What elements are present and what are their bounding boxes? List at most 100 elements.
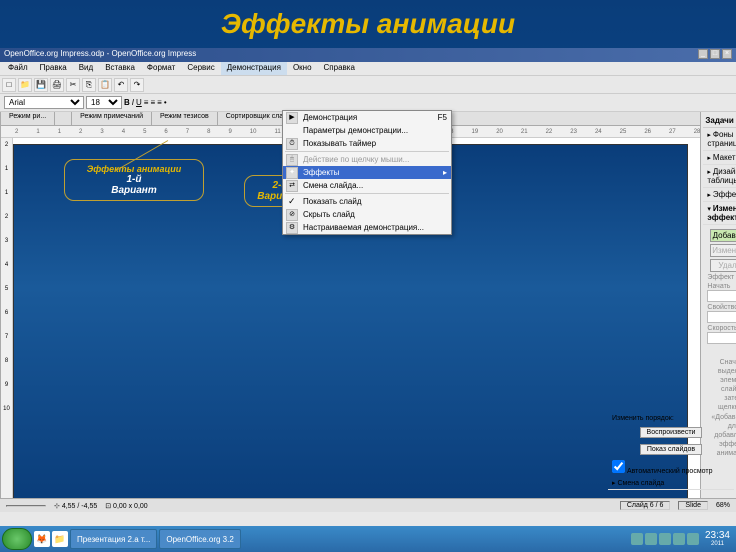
tray-icon-2[interactable] [645,533,657,545]
taskbar-item-2[interactable]: OpenOffice.org 3.2 [159,529,240,549]
menu-icon: ✦ [286,167,298,179]
viewtab[interactable]: Режим ри... [1,112,55,125]
underline-icon[interactable]: U [136,98,142,107]
auto-preview-checkbox[interactable] [612,460,625,473]
menubar[interactable]: ФайлПравкаВидВставкаФорматСервисДемонстр… [0,62,736,76]
titlebar-text: OpenOffice.org Impress.odp - OpenOffice.… [4,49,196,61]
task-section[interactable]: Эффекты [703,188,736,202]
menu-Справка[interactable]: Справка [318,62,361,75]
menu-Вставка[interactable]: Вставка [99,62,141,75]
effect-label: Эффект [707,274,736,281]
menu-item-Параметры демонстрации...[interactable]: Параметры демонстрации... [283,124,451,137]
status-pos: ⊹ 4,55 / -4,55 [54,502,97,510]
menu-Демонстрация[interactable]: Демонстрация [221,62,287,75]
task-section[interactable]: Макеты [703,151,736,165]
toolbar-main: □ 📁 💾 🖨 ✂ ⎘ 📋 ↶ ↷ [0,76,736,94]
quicklaunch-folder-icon[interactable]: 📁 [52,531,68,547]
impress-window: OpenOffice.org Impress.odp - OpenOffice.… [0,48,736,552]
callout-1-header: Эффекты анимации [73,164,195,174]
slideshow-button[interactable]: Показ слайдов [640,444,702,455]
menu-Сервис[interactable]: Сервис [181,62,220,75]
status-size: ⊡ 0,00 x 0,00 [105,502,147,510]
print-icon[interactable]: 🖨 [50,78,64,92]
bold-icon[interactable]: B [124,98,130,107]
menu-icon: ▶ [286,112,298,124]
task-pane: Задачи Вид ▾ Фоны страницМакетыДизайн та… [700,112,736,512]
system-tray[interactable] [631,533,699,545]
menu-Файл[interactable]: Файл [2,62,34,75]
status-layout: Slide [678,501,708,510]
tray-network-icon[interactable] [687,533,699,545]
paste-icon[interactable]: 📋 [98,78,112,92]
presentation-title: Эффекты анимации [0,0,736,44]
menu-icon: 🖱 [286,154,298,166]
undo-icon[interactable]: ↶ [114,78,128,92]
speed-select[interactable] [707,332,736,344]
task-section-effects-open[interactable]: Изменить эффект [703,202,736,225]
tray-skype-icon[interactable] [631,533,643,545]
window-controls: _ □ × [698,49,732,61]
menu-icon: ⚙ [286,222,298,234]
menu-item-Демонстрация[interactable]: ▶ДемонстрацияF5 [283,111,451,124]
viewtab[interactable]: Режим тезисов [152,112,218,125]
property-select[interactable] [707,311,736,323]
new-icon[interactable]: □ [2,78,16,92]
taskpane-title: Задачи [705,116,733,125]
menu-Правка[interactable]: Правка [34,62,73,75]
viewtab[interactable] [55,112,72,125]
auto-preview-label: Автоматический просмотр [627,468,713,475]
minimize-button[interactable]: _ [698,49,708,59]
menu-Вид[interactable]: Вид [73,62,99,75]
italic-icon[interactable]: I [132,98,134,107]
cut-icon[interactable]: ✂ [66,78,80,92]
menu-item-Действие по щелчку мыши...[interactable]: 🖱Действие по щелчку мыши... [283,153,451,166]
start-select[interactable] [707,290,736,302]
menu-item-Настраиваемая демонстрация...[interactable]: ⚙Настраиваемая демонстрация... [283,221,451,234]
tray-icon-3[interactable] [659,533,671,545]
taskbar-item-1[interactable]: Презентация 2.а т... [70,529,157,549]
menu-item-Показывать таймер[interactable]: ⏱Показывать таймер [283,137,451,150]
callout-1-text: 1-й Вариант [73,174,195,196]
menu-item-Скрыть слайд[interactable]: ⊘Скрыть слайд [283,208,451,221]
play-button[interactable]: Воспроизвести [640,427,703,438]
taskbar: 🦊 📁 Презентация 2.а т... OpenOffice.org … [0,526,736,552]
remove-effect-button[interactable]: Удалить [710,259,736,272]
add-effect-button[interactable]: Добавить... [710,229,736,242]
viewtab[interactable]: Режим примечаний [72,112,152,125]
save-icon[interactable]: 💾 [34,78,48,92]
align-center-icon[interactable]: ≡ [150,98,155,107]
start-label: Начать [707,283,736,290]
demonstration-menu: ▶ДемонстрацияF5Параметры демонстрации...… [282,110,452,235]
align-left-icon[interactable]: ≡ [144,98,149,107]
maximize-button[interactable]: □ [710,49,720,59]
menu-Окно[interactable]: Окно [287,62,318,75]
titlebar: OpenOffice.org Impress.odp - OpenOffice.… [0,48,736,62]
order-label: Изменить порядок: [608,413,734,424]
ruler-vertical: 2112345678910 [1,138,13,508]
align-right-icon[interactable]: ≡ [157,98,162,107]
statusbar: ⊹ 4,55 / -4,55 ⊡ 0,00 x 0,00 Слайд 6 / 6… [0,498,736,512]
callout-variant-1[interactable]: Эффекты анимации 1-й Вариант [64,159,204,201]
menu-icon: ⊘ [286,209,298,221]
bullets-icon[interactable]: • [164,98,167,107]
task-section[interactable]: Дизайн таблицы [703,165,736,188]
open-icon[interactable]: 📁 [18,78,32,92]
font-size[interactable]: 18 [86,96,122,109]
change-effect-button[interactable]: Изменить... [710,244,736,257]
start-button[interactable] [2,528,32,550]
font-name[interactable]: Arial [4,96,84,109]
menu-item-Смена слайда...[interactable]: ⇄Смена слайда... [283,179,451,192]
task-section-transition[interactable]: Смена слайда [608,477,734,490]
copy-icon[interactable]: ⎘ [82,78,96,92]
menu-icon: ⇄ [286,180,298,192]
task-section[interactable]: Фоны страниц [703,128,736,151]
clock[interactable]: 23:34 2011 [701,531,734,547]
speed-label: Скорость [707,325,736,332]
tray-volume-icon[interactable] [673,533,685,545]
redo-icon[interactable]: ↷ [130,78,144,92]
menu-item-Эффекты[interactable]: ✦Эффекты▸ [283,166,451,179]
quicklaunch-firefox-icon[interactable]: 🦊 [34,531,50,547]
menu-Формат[interactable]: Формат [141,62,181,75]
close-button[interactable]: × [722,49,732,59]
menu-item-Показать слайд[interactable]: ✓Показать слайд [283,195,451,208]
